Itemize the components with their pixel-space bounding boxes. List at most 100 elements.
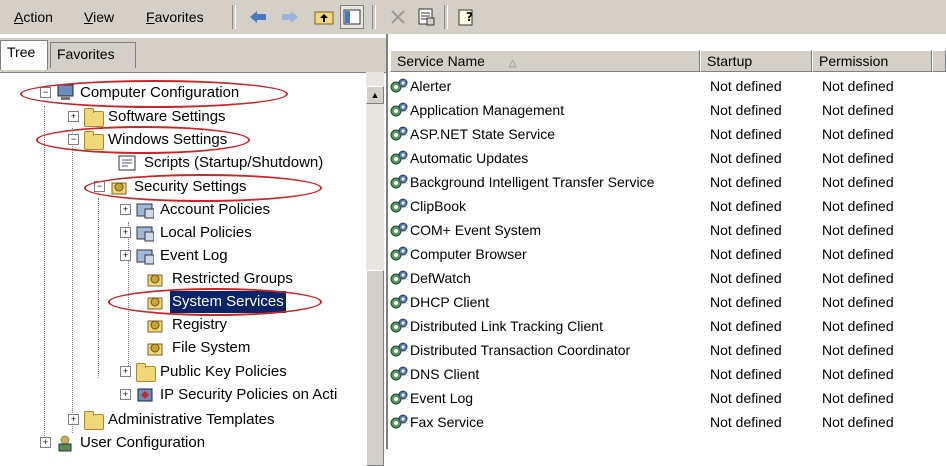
expand-expander[interactable]: + — [120, 227, 131, 238]
service-startup: Not defined — [710, 222, 782, 238]
service-name: Computer Browser — [410, 246, 527, 262]
service-startup: Not defined — [710, 198, 782, 214]
service-gear-icon — [390, 102, 408, 117]
svg-text:?: ? — [466, 10, 473, 24]
policy-item-icon — [147, 343, 163, 356]
service-gear-icon — [390, 366, 408, 381]
service-permission: Not defined — [822, 270, 894, 286]
annotation-ellipse — [108, 288, 322, 316]
toolbar: Action View Favorites ? — [0, 0, 946, 35]
service-row[interactable]: DNS Client Not defined Not defined — [390, 362, 946, 386]
policy-item-icon — [147, 320, 163, 333]
service-permission: Not defined — [822, 294, 894, 310]
service-startup: Not defined — [710, 318, 782, 334]
service-row[interactable]: Distributed Link Tracking Client Not def… — [390, 314, 946, 338]
service-gear-icon — [390, 342, 408, 357]
service-permission: Not defined — [822, 366, 894, 382]
up-folder-icon[interactable] — [312, 5, 336, 29]
expand-expander[interactable]: + — [68, 414, 79, 425]
column-header-permission[interactable]: Permission — [812, 50, 932, 72]
service-permission: Not defined — [822, 222, 894, 238]
policy-folder-icon — [136, 249, 154, 265]
service-row[interactable]: Distributed Transaction Coordinator Not … — [390, 338, 946, 362]
service-startup: Not defined — [710, 78, 782, 94]
menu-view[interactable]: View — [84, 9, 114, 25]
service-startup: Not defined — [710, 294, 782, 310]
help-icon[interactable]: ? — [456, 5, 480, 29]
service-permission: Not defined — [822, 318, 894, 334]
service-gear-icon — [390, 294, 408, 309]
service-gear-icon — [390, 150, 408, 165]
tab-favorites[interactable]: Favorites — [50, 42, 136, 68]
service-row[interactable]: DHCP Client Not defined Not defined — [390, 290, 946, 314]
service-row[interactable]: Background Intelligent Transfer Service … — [390, 170, 946, 194]
service-permission: Not defined — [822, 414, 894, 430]
properties-icon[interactable] — [414, 5, 438, 29]
expand-expander[interactable]: + — [40, 437, 51, 448]
service-row[interactable]: Computer Browser Not defined Not defined — [390, 242, 946, 266]
service-gear-icon — [390, 126, 408, 141]
service-startup: Not defined — [710, 342, 782, 358]
tab-tree[interactable]: Tree — [0, 40, 48, 70]
sort-ascending-icon: △ — [508, 58, 517, 69]
expand-expander[interactable]: + — [120, 366, 131, 377]
toolbar-separator — [232, 5, 236, 29]
service-permission: Not defined — [822, 246, 894, 262]
service-startup: Not defined — [710, 174, 782, 190]
service-row[interactable]: COM+ Event System Not defined Not define… — [390, 218, 946, 242]
service-name: Distributed Link Tracking Client — [410, 318, 603, 334]
service-row[interactable]: ASP.NET State Service Not defined Not de… — [390, 122, 946, 146]
service-startup: Not defined — [710, 390, 782, 406]
expand-expander[interactable]: + — [120, 250, 131, 261]
annotation-ellipse — [36, 126, 250, 154]
column-header-startup[interactable]: Startup — [700, 50, 812, 72]
tree-scrollbar[interactable]: ▲ — [366, 72, 384, 466]
service-permission: Not defined — [822, 390, 894, 406]
service-row[interactable]: ClipBook Not defined Not defined — [390, 194, 946, 218]
service-gear-icon — [390, 222, 408, 237]
service-gear-icon — [390, 78, 408, 93]
service-permission: Not defined — [822, 150, 894, 166]
service-row[interactable]: Event Log Not defined Not defined — [390, 386, 946, 410]
column-header-filler — [932, 50, 946, 72]
service-startup: Not defined — [710, 126, 782, 142]
service-name: Event Log — [410, 390, 474, 406]
column-header-service-name[interactable]: Service Name △ — [390, 50, 700, 72]
folder-icon — [84, 411, 104, 430]
folder-icon — [136, 363, 156, 382]
service-gear-icon — [390, 174, 408, 189]
service-name: ASP.NET State Service — [410, 126, 555, 142]
service-row[interactable]: Application Management Not defined Not d… — [390, 98, 946, 122]
delete-icon[interactable] — [386, 5, 410, 29]
menu-favorites[interactable]: Favorites — [146, 9, 204, 25]
service-permission: Not defined — [822, 198, 894, 214]
service-gear-icon — [390, 270, 408, 285]
service-startup: Not defined — [710, 150, 782, 166]
service-row[interactable]: Automatic Updates Not defined Not define… — [390, 146, 946, 170]
service-permission: Not defined — [822, 342, 894, 358]
expand-expander[interactable]: + — [120, 204, 131, 215]
scroll-thumb[interactable] — [366, 270, 384, 466]
service-name: Fax Service — [410, 414, 484, 430]
scroll-up-arrow-icon[interactable]: ▲ — [366, 86, 384, 104]
back-arrow-icon[interactable] — [246, 5, 270, 29]
toolbar-separator — [372, 5, 376, 29]
service-row[interactable]: Alerter Not defined Not defined — [390, 74, 946, 98]
show-hide-tree-icon[interactable] — [340, 5, 364, 29]
service-row[interactable]: DefWatch Not defined Not defined — [390, 266, 946, 290]
menu-action[interactable]: Action — [14, 9, 53, 25]
service-permission: Not defined — [822, 78, 894, 94]
expand-expander[interactable]: + — [120, 389, 131, 400]
service-startup: Not defined — [710, 270, 782, 286]
service-name: ClipBook — [410, 198, 467, 214]
user-icon — [58, 435, 72, 452]
service-name: Alerter — [410, 78, 452, 94]
service-gear-icon — [390, 414, 408, 429]
forward-arrow-icon[interactable] — [278, 5, 302, 29]
service-startup: Not defined — [710, 366, 782, 382]
expand-expander[interactable]: + — [68, 111, 79, 122]
service-name: DHCP Client — [410, 294, 490, 310]
service-name: Application Management — [410, 102, 565, 118]
service-gear-icon — [390, 198, 408, 213]
service-row[interactable]: Fax Service Not defined Not defined — [390, 410, 946, 434]
